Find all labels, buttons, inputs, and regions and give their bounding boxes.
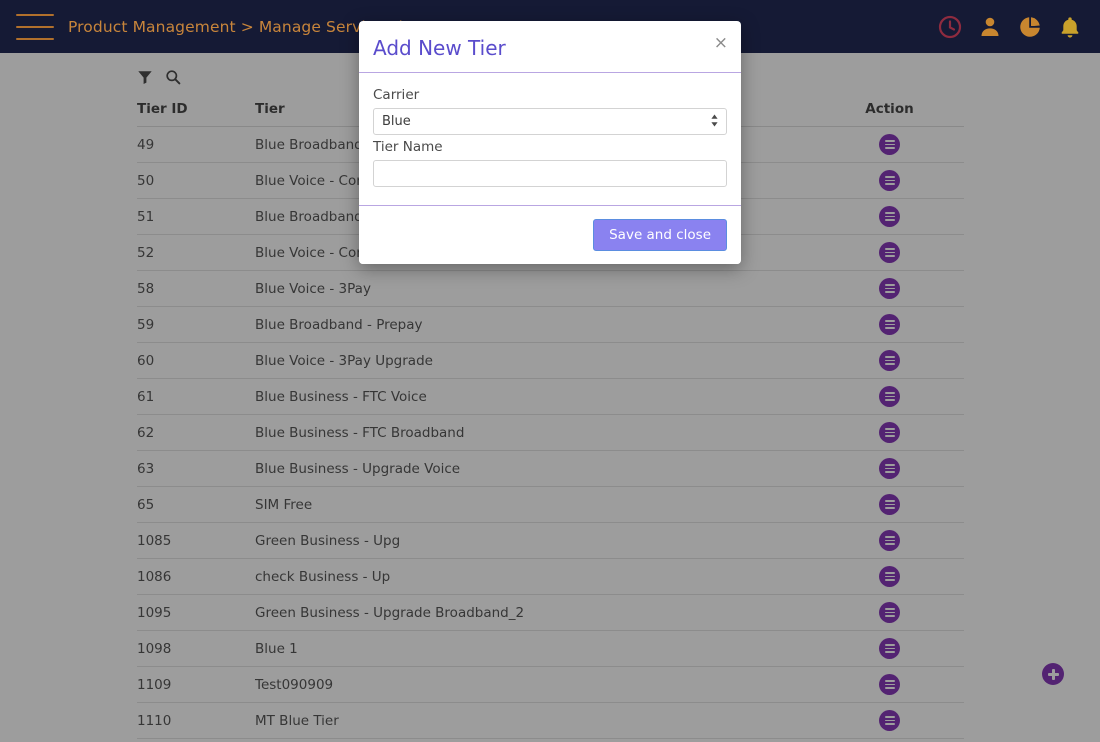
modal-header: Add New Tier × <box>359 21 741 73</box>
carrier-label: Carrier <box>373 87 420 103</box>
save-and-close-button[interactable]: Save and close <box>593 219 727 251</box>
hamburger-line <box>16 25 54 28</box>
add-new-tier-modal: Add New Tier × Carrier Blue Tier Name Sa… <box>359 21 741 264</box>
carrier-select[interactable]: Blue <box>373 108 727 135</box>
clock-icon[interactable] <box>938 15 962 39</box>
pie-chart-icon[interactable] <box>1018 15 1042 39</box>
bell-icon[interactable] <box>1058 15 1082 39</box>
tier-name-input[interactable] <box>373 160 727 187</box>
navbar-icon-group <box>938 0 1082 53</box>
hamburger-line <box>16 37 54 40</box>
close-icon[interactable]: × <box>714 35 728 52</box>
hamburger-line <box>16 13 54 16</box>
modal-title: Add New Tier <box>373 36 506 60</box>
modal-body: Carrier Blue Tier Name <box>359 73 741 206</box>
carrier-select-wrap: Blue <box>373 108 727 135</box>
tier-name-label: Tier Name <box>373 139 443 155</box>
user-icon[interactable] <box>978 15 1002 39</box>
hamburger-menu-icon[interactable] <box>16 13 54 40</box>
modal-footer: Save and close <box>359 206 741 264</box>
